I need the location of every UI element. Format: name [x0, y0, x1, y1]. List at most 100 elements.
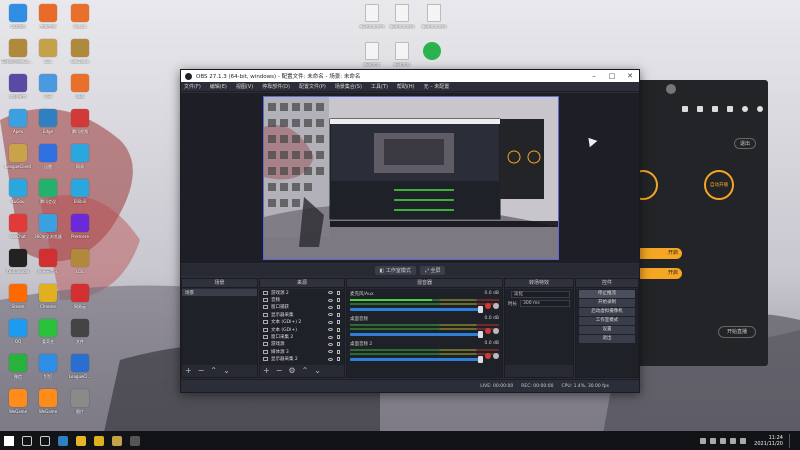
visibility-eye-icon[interactable]: [328, 320, 333, 324]
show-desktop-button[interactable]: [789, 433, 792, 448]
desktop-icon[interactable]: Bilibili: [64, 179, 96, 213]
desktop-icon[interactable]: 网易云: [64, 284, 96, 318]
settings-gear-icon[interactable]: [493, 328, 499, 334]
taskbar-file-explorer-button[interactable]: [72, 432, 90, 450]
settings-gear-icon[interactable]: [493, 353, 499, 359]
lock-icon[interactable]: [337, 312, 340, 317]
clock[interactable]: 11:24 2021/11/20: [754, 435, 783, 447]
menu-docks[interactable]: 停靠部件(D): [262, 83, 290, 90]
taskbar-search-button[interactable]: [18, 432, 36, 450]
lock-icon[interactable]: [337, 305, 340, 310]
move-source-up-button[interactable]: ⌃: [302, 367, 309, 375]
desktop-icon[interactable]: Edge: [32, 109, 64, 143]
desktop-icon[interactable]: WeGame: [2, 389, 34, 423]
exit-button[interactable]: 退出: [733, 138, 756, 149]
move-scene-down-button[interactable]: ⌄: [223, 367, 230, 375]
lock-icon[interactable]: [337, 335, 340, 340]
maximize-button[interactable]: □: [603, 72, 621, 80]
add-scene-button[interactable]: +: [185, 367, 192, 375]
add-source-button[interactable]: +: [263, 367, 270, 375]
desktop-icon[interactable]: Premiere: [64, 214, 96, 248]
remove-source-button[interactable]: −: [276, 367, 283, 375]
taskbar-task-view-button[interactable]: [36, 432, 54, 450]
desktop-icon[interactable]: 钉钉: [32, 354, 64, 388]
desktop-icon[interactable]: LeagueClient: [2, 144, 34, 178]
lock-icon[interactable]: [337, 349, 340, 354]
desktop-icon[interactable]: 微信: [2, 354, 34, 388]
start-recording-button[interactable]: 开始录制: [579, 299, 635, 307]
enable-button-2[interactable]: 开启: [636, 268, 682, 279]
studio-mode-toggle[interactable]: ◧ 工作室模式: [374, 265, 416, 275]
input-method-icon[interactable]: [740, 437, 747, 444]
settings-button[interactable]: 设置: [579, 326, 635, 334]
desktop-icon[interactable]: OBS: [64, 74, 96, 108]
tray-up-arrow-icon[interactable]: [700, 437, 707, 444]
taskbar-chrome-button[interactable]: [90, 432, 108, 450]
lock-icon[interactable]: [337, 327, 340, 332]
studio-mode-button[interactable]: 工作室模式: [579, 317, 635, 325]
source-item[interactable]: 游戏源: [260, 341, 344, 348]
exit-button[interactable]: 退出: [579, 335, 635, 343]
desktop-icon[interactable]: WeGame: [64, 39, 96, 73]
gift-icon[interactable]: [682, 106, 688, 112]
desktop-icon[interactable]: WeChat: [2, 214, 34, 248]
desktop-icon[interactable]: KuGou: [2, 179, 34, 213]
menu-profile[interactable]: 配置文件(P): [299, 83, 326, 90]
scene-item[interactable]: 场景: [182, 289, 257, 297]
desktop-icon[interactable]: 英雄联盟WeGame: [1, 39, 35, 73]
desktop-icon[interactable]: 迅雷: [32, 144, 64, 178]
taskbar-lol-button[interactable]: [108, 432, 126, 450]
move-source-down-button[interactable]: ⌄: [314, 367, 321, 375]
volume-icon[interactable]: [730, 437, 737, 444]
desktop-icon[interactable]: 爱奇艺: [32, 319, 64, 353]
desktop-icon[interactable]: 腾讯会议: [32, 179, 64, 213]
start-live-button[interactable]: 开始直播: [718, 326, 756, 338]
desktop-icon[interactable]: QQ游戏: [2, 4, 34, 38]
desktop-icon[interactable]: LOL: [32, 39, 64, 73]
obs-window[interactable]: OBS 27.1.3 (64-bit, windows) - 配置文件: 未命名…: [180, 69, 640, 393]
menu-help[interactable]: 帮助(H): [397, 83, 415, 90]
remove-scene-button[interactable]: −: [198, 367, 205, 375]
taskbar-edge-button[interactable]: [54, 432, 72, 450]
shirt-icon[interactable]: [712, 106, 718, 112]
source-item[interactable]: 显示器采集 2: [260, 356, 344, 363]
taskbar-start-button[interactable]: [0, 432, 18, 450]
visibility-eye-icon[interactable]: [328, 335, 333, 339]
mute-speaker-icon[interactable]: [485, 303, 491, 309]
source-item[interactable]: 窗口采集 2: [260, 333, 344, 340]
enable-button-1[interactable]: 开启: [636, 248, 682, 259]
desktop-icon[interactable]: TGP: [32, 74, 64, 108]
source-item[interactable]: 文本 (GDI+) 2: [260, 319, 344, 326]
desktop-icon[interactable]: Steam: [2, 284, 34, 318]
desktop-icon[interactable]: 图片: [64, 389, 96, 423]
desktop-icon[interactable]: 腾讯视频: [64, 109, 96, 143]
desktop-icon[interactable]: 文件: [64, 319, 96, 353]
lock-icon[interactable]: [697, 106, 703, 112]
fullscreen-toggle[interactable]: ⤢ 全屏: [419, 265, 446, 275]
volume-fader[interactable]: [350, 356, 483, 363]
mute-speaker-icon[interactable]: [485, 353, 491, 359]
volume-fader[interactable]: [350, 306, 483, 313]
lock-icon[interactable]: [337, 357, 340, 362]
lock-icon[interactable]: [337, 320, 340, 325]
source-item[interactable]: 文本 (GDI+): [260, 326, 344, 333]
network-icon[interactable]: [720, 437, 727, 444]
desktop-icon[interactable]: LOL: [64, 249, 96, 283]
menu-view[interactable]: 视图(V): [236, 83, 253, 90]
visibility-eye-icon[interactable]: [328, 350, 333, 354]
start-virtual-camera-button[interactable]: 启动虚拟摄像机: [579, 308, 635, 316]
source-item[interactable]: 媒体源 3: [260, 348, 344, 355]
menu-icon[interactable]: [727, 106, 733, 112]
share-icon[interactable]: [757, 106, 763, 112]
menu-file[interactable]: 文件(F): [184, 83, 201, 90]
avatar[interactable]: [666, 84, 676, 94]
lock-icon[interactable]: [337, 342, 340, 347]
bell-icon[interactable]: [742, 106, 748, 112]
document-file-icon[interactable]: 新建文本文档: [356, 4, 388, 38]
menu-scene-collection[interactable]: 场景集合(S): [335, 83, 362, 90]
desktop-icon[interactable]: 360安全浏览器: [32, 214, 64, 248]
menu-tools[interactable]: 工具(T): [371, 83, 388, 90]
source-item[interactable]: 窗口捕获: [260, 304, 344, 311]
obs-titlebar[interactable]: OBS 27.1.3 (64-bit, windows) - 配置文件: 未命名…: [181, 70, 639, 82]
stop-streaming-button[interactable]: 停止推流: [579, 290, 635, 298]
